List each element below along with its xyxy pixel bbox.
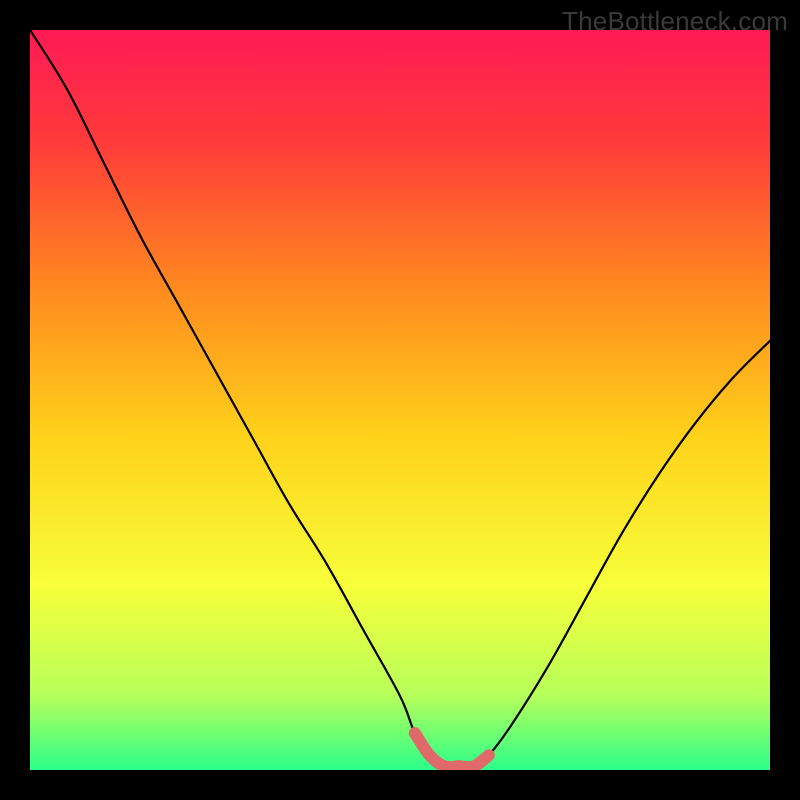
bottleneck-chart — [30, 30, 770, 770]
watermark-text: TheBottleneck.com — [562, 6, 788, 37]
app-frame: TheBottleneck.com — [0, 0, 800, 800]
chart-background — [30, 30, 770, 770]
chart-svg — [30, 30, 770, 770]
